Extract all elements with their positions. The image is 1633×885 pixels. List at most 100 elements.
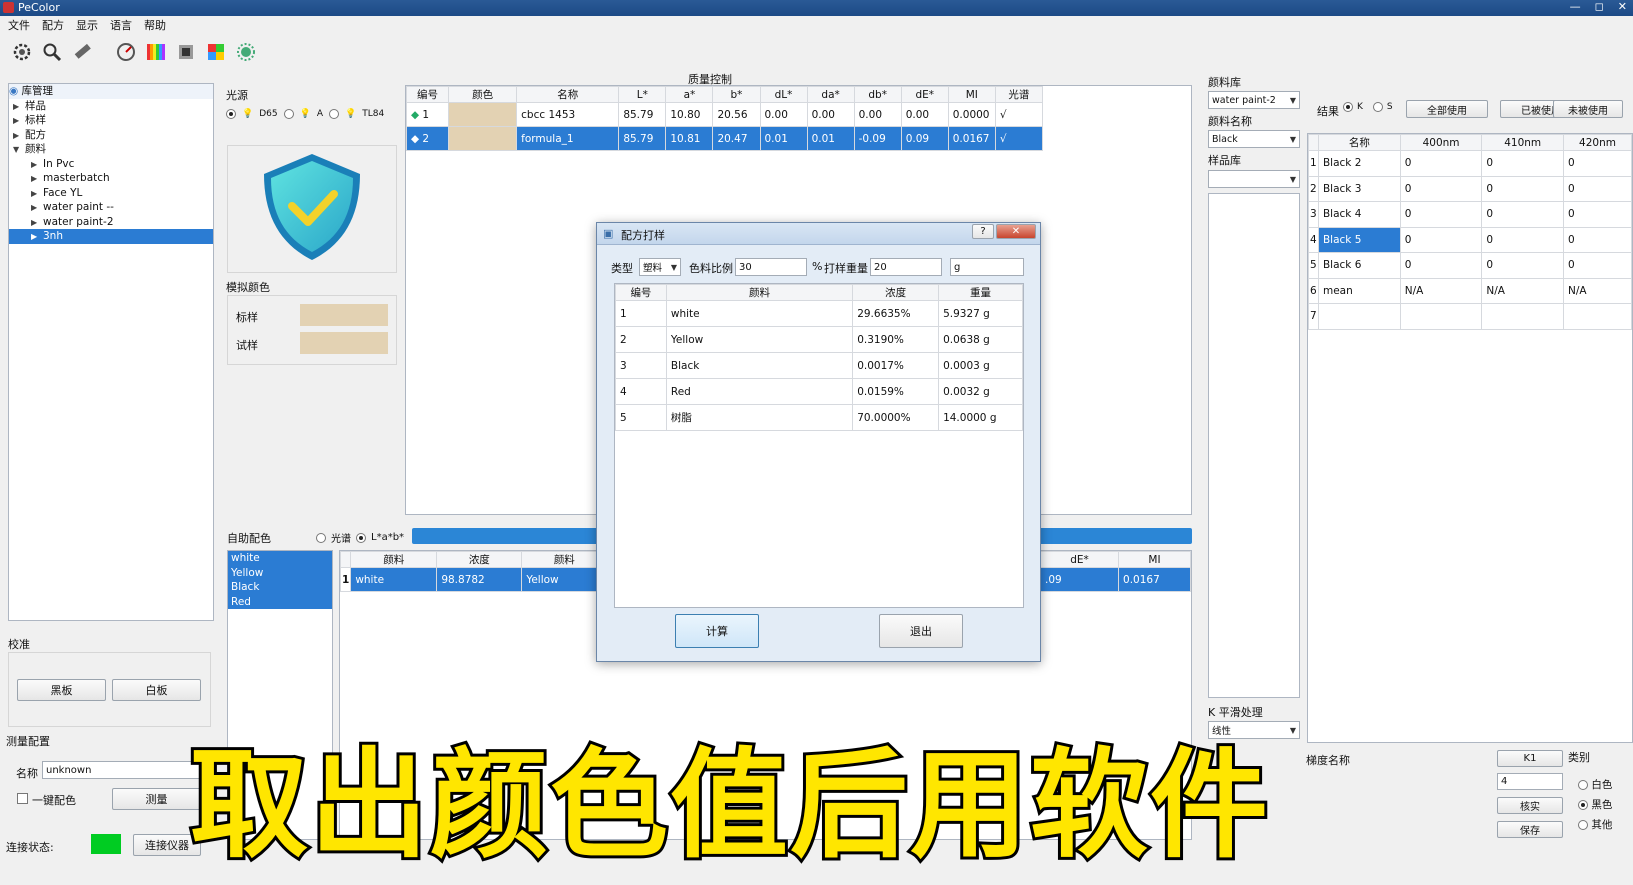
color-grid-icon[interactable] (204, 40, 228, 64)
results-row[interactable]: 1 Black 2000 (1308, 150, 1632, 177)
pigment-list-item[interactable]: Red (231, 595, 332, 610)
ruler-icon[interactable] (70, 40, 94, 64)
match-result-row[interactable]: 1 white 98.8782 Yellow (340, 567, 608, 592)
tree-item-pigments[interactable]: ▼ 颜料 (9, 142, 213, 157)
dialog-weight-input[interactable]: 20 (870, 258, 942, 276)
color-bars-icon[interactable] (144, 40, 168, 64)
save-button[interactable]: 保存 (1497, 821, 1563, 838)
mode-lab-radio[interactable] (356, 532, 366, 543)
dialog-ratio-label: 色料比例 (689, 262, 733, 275)
close-window-button[interactable]: ✕ (1618, 0, 1627, 13)
tree-item-formulas[interactable]: ▶ 配方 (9, 128, 213, 143)
mode-spectrum-radio[interactable] (316, 532, 326, 543)
menu-language[interactable]: 语言 (110, 17, 132, 33)
dialog-unit-input[interactable]: g (950, 258, 1024, 276)
dialog-formula-row[interactable]: 2 Yellow 0.3190% 0.0638 g (615, 326, 1023, 353)
tree-item-samples[interactable]: ▶ 样品 (9, 99, 213, 114)
pigment-list-item[interactable]: Black (231, 580, 332, 595)
results-row[interactable]: 4 Black 5000 (1308, 226, 1632, 253)
qc-col-name: 名称 (516, 86, 620, 103)
dialog-formula-row[interactable]: 1 white 29.6635% 5.9327 g (615, 300, 1023, 327)
unused-button[interactable]: 未被使用 (1553, 100, 1623, 118)
results-table-panel: 名称 400nm 410nm 420nm 1 Black 2000 2 Black … (1307, 133, 1633, 743)
dialog-ratio-input[interactable]: 30 (735, 258, 807, 276)
dialog-col-conc: 浓度 (852, 284, 940, 301)
results-row[interactable]: 5 Black 6000 (1308, 252, 1632, 279)
tree-item-face-yl[interactable]: ▶ Face YL (9, 186, 213, 201)
measure-config-label: 测量配置 (6, 735, 50, 748)
menu-file[interactable]: 文件 (8, 17, 30, 33)
qc-col-a: a* (665, 86, 714, 103)
qc-col-b: b* (712, 86, 761, 103)
sample-lib-select[interactable]: ▼ (1208, 170, 1300, 188)
minimize-button[interactable]: — (1570, 0, 1581, 13)
search-icon[interactable] (40, 40, 64, 64)
tree-item-masterbatch[interactable]: ▶ masterbatch (9, 171, 213, 186)
sample-lib-list[interactable] (1208, 193, 1300, 698)
maximize-button[interactable]: ◻ (1595, 0, 1604, 13)
k-radio[interactable] (1343, 102, 1353, 112)
match-result-table-right: dE* MI .09 0.0167 (1039, 551, 1191, 592)
dialog-formula-row[interactable]: 4 Red 0.0159% 0.0032 g (615, 378, 1023, 405)
mode-spectrum-label: 光谱 (331, 534, 351, 545)
dialog-close-button[interactable]: ✕ (996, 224, 1036, 239)
dialog-type-select[interactable]: 塑料 ▼ (639, 258, 681, 276)
gear-icon[interactable] (10, 40, 34, 64)
qc-color-swatch (448, 102, 518, 127)
match-col-pigment: 颜料 (350, 551, 438, 568)
tree-item-in-pvc[interactable]: ▶ In Pvc (9, 157, 213, 172)
use-all-button[interactable]: 全部使用 (1406, 100, 1488, 118)
pigment-list-item[interactable]: white (231, 551, 332, 566)
illuminant-tl84-radio[interactable] (329, 109, 339, 119)
menu-formula[interactable]: 配方 (42, 17, 64, 33)
illuminant-d65-radio[interactable] (226, 109, 236, 119)
name-input[interactable]: unknown (42, 761, 202, 779)
tree-item-water-paint[interactable]: ▶ water paint -- (9, 200, 213, 215)
standard-color-swatch (300, 304, 388, 326)
results-row[interactable]: 6 mean N/A N/A N/A (1308, 277, 1632, 304)
s-radio[interactable] (1372, 102, 1383, 112)
qc-row[interactable]: ◆ 1 cbcc 1453 85.79 10.80 20.56 0.00 0.0… (406, 102, 1044, 127)
pigment-lib-select[interactable]: water paint-2 ▼ (1208, 91, 1300, 109)
k1-button[interactable]: K1 (1497, 750, 1563, 767)
menu-view[interactable]: 显示 (76, 17, 98, 33)
pigment-list-item[interactable]: Yellow (231, 566, 332, 581)
measure-button[interactable]: 测量 (112, 788, 201, 810)
type-other-radio[interactable] (1578, 820, 1588, 830)
spectrum-wheel-icon[interactable] (114, 40, 138, 64)
library-tree: ◉ 库管理 ▶ 样品 ▶ 标样 ▶ 配方 ▼ 颜料 ▶ In Pvc ▶ masterbat… (8, 83, 214, 621)
name-label: 名称 (16, 767, 38, 780)
dialog-formula-row[interactable]: 3 Black 0.0017% 0.0003 g (615, 352, 1023, 379)
results-row[interactable]: 7 (1308, 303, 1632, 330)
tree-item-standards[interactable]: ▶ 标样 (9, 113, 213, 128)
library-root[interactable]: ◉ 库管理 (9, 84, 213, 99)
calculate-button[interactable]: 计算 (675, 614, 759, 648)
video-caption-overlay: 取出颜色值后用软件 (187, 733, 1271, 877)
verify-button[interactable]: 核实 (1497, 797, 1563, 814)
tree-item-water-paint-2[interactable]: ▶ water paint-2 (9, 215, 213, 230)
tree-item-3nh[interactable]: ▶ 3nh (9, 229, 213, 244)
match-col-mi: MI (1118, 551, 1191, 568)
type-black-radio[interactable] (1578, 800, 1588, 810)
dialog-table-panel: 编号 颜料 浓度 重量 1 white 29.6635% 5.9327 g 2 Yell… (614, 283, 1024, 608)
menu-help[interactable]: 帮助 (144, 17, 166, 33)
type-black-label: 黑色 (1591, 799, 1613, 811)
exit-button[interactable]: 退出 (879, 614, 963, 648)
results-row[interactable]: 2 Black 3000 (1308, 175, 1632, 202)
white-board-button[interactable]: 白板 (112, 679, 201, 701)
gradient-value-input[interactable]: 4 (1497, 773, 1563, 790)
dialog-help-button[interactable]: ? (972, 224, 994, 239)
sample-holder-icon[interactable] (174, 40, 198, 64)
illuminant-a-radio[interactable] (283, 109, 294, 119)
black-board-button[interactable]: 黑板 (17, 679, 106, 701)
match-result-row-right[interactable]: .09 0.0167 (1039, 567, 1191, 592)
pigment-name-select[interactable]: Black ▼ (1208, 130, 1300, 148)
illuminant-tl84-label: TL84 (362, 109, 385, 119)
one-key-checkbox[interactable] (17, 793, 28, 804)
dialog-formula-row[interactable]: 5 树脂 70.0000% 14.0000 g (615, 404, 1023, 431)
qc-row-selected[interactable]: ◆ 2 formula_1 85.79 10.81 20.47 0.01 0.0… (406, 126, 1044, 151)
settings-sun-icon[interactable] (234, 40, 258, 64)
results-row[interactable]: 3 Black 4000 (1308, 201, 1632, 228)
dialog-type-label: 类型 (611, 262, 633, 275)
type-white-radio[interactable] (1578, 780, 1588, 790)
